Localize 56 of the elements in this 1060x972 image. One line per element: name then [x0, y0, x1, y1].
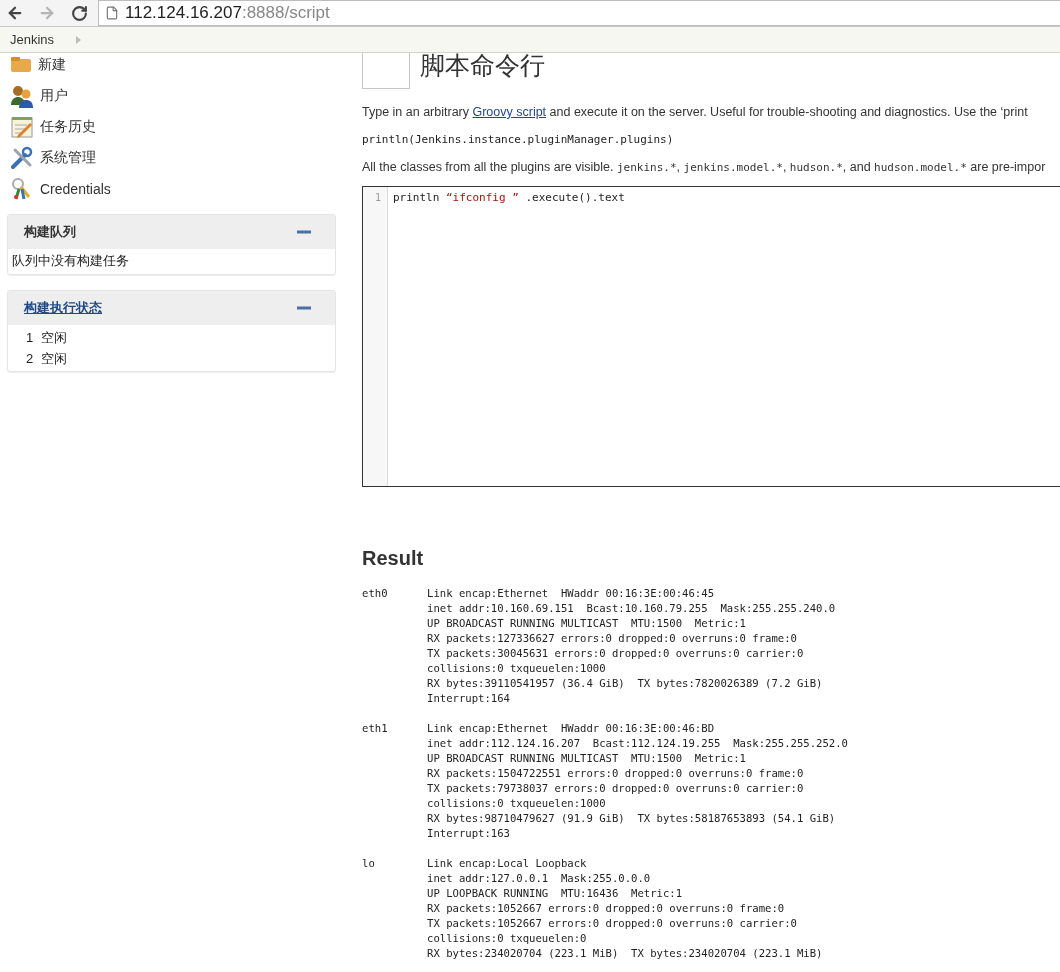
output-line: collisions:0 txqueuelen:1000 [427, 796, 607, 811]
output-line: Link encap:Ethernet HWaddr 00:16:3E:00:46:BD [427, 721, 715, 736]
sidebar-link[interactable]: Credentials [10, 173, 336, 204]
executor-status: 空闲 [41, 328, 68, 347]
tools-icon [10, 145, 34, 170]
output-line: inet addr:112.124.16.207 Bcast:112.124.19.255 Mask:255.255.252.0 [427, 736, 849, 751]
executor-number: 2 [26, 351, 34, 366]
output-line: TX packets:1052667 errors:0 dropped:0 overruns:0 carrier:0 [427, 916, 798, 931]
code-line: println “ifconfig ” .execute().text [393, 191, 625, 206]
output-line: inet addr:10.160.69.151 Bcast:10.160.79.255 Mask:255.255.240.0 [427, 601, 837, 616]
executor-number: 1 [26, 330, 34, 345]
output-line: collisions:0 txqueuelen:0 [427, 931, 588, 946]
address-bar[interactable]: 112.124.16.207:8888/script [98, 0, 1060, 26]
interface-name: eth0 [362, 586, 389, 601]
output-line: UP BROADCAST RUNNING MULTICAST MTU:1500 Metric:1 [427, 616, 747, 631]
result-heading: Result [362, 547, 425, 570]
groovy-script-link[interactable]: Groovy script [472, 105, 547, 119]
output-line: Link encap:Ethernet HWaddr 00:16:3E:00:46:45 [427, 586, 715, 601]
output-line: Interrupt:163 [427, 826, 511, 841]
people-icon [10, 83, 34, 108]
output-line: RX bytes:98710479627 (91.9 GiB) TX bytes:58187653893 (54.1 GiB) [427, 811, 837, 826]
output-line: RX packets:1052667 errors:0 dropped:0 overruns:0 frame:0 [427, 901, 786, 916]
empty-queue-text: 队列中没有构建任务 [11, 252, 130, 270]
output-line: UP LOOPBACK RUNNING MTU:16436 Metric:1 [427, 886, 684, 901]
line-number: 1 [374, 192, 381, 205]
panel-title-link[interactable]: 构建执行状态 [24, 299, 102, 317]
sidebar-link[interactable]: 新建 [10, 53, 336, 80]
intro-text: Type in an arbitrary Groovy script and execute it on the server. Useful for trouble-shooting and diagnostics. Use the ‘print [362, 105, 1029, 119]
sidebar-link[interactable]: 用户 [10, 80, 336, 111]
panel-title: 构建队列 [24, 223, 76, 241]
output-line: TX packets:30045631 errors:0 dropped:0 overruns:0 carrier:0 [427, 646, 805, 661]
output-line: RX bytes:39110541957 (36.4 GiB) TX bytes:7820026389 (7.2 GiB) [427, 676, 824, 691]
output-line: Link encap:Local Loopback [427, 856, 588, 871]
output-line: collisions:0 txqueuelen:1000 [427, 661, 607, 676]
collapse-icon[interactable] [297, 228, 311, 236]
output-line: TX packets:79738037 errors:0 dropped:0 overruns:0 carrier:0 [427, 781, 805, 796]
classes-text: All the classes from all the plugins are visible. jenkins.*, jenkins.model.*, hudson.*, and hudson.model.* are pre-impor [362, 160, 1047, 174]
interface-name: lo [362, 856, 376, 871]
output-line: RX packets:127336627 errors:0 dropped:0 overruns:0 frame:0 [427, 631, 798, 646]
output-line: RX packets:1504722551 errors:0 dropped:0 overruns:0 frame:0 [427, 766, 805, 781]
sidebar-link[interactable]: 任务历史 [10, 111, 336, 142]
breadcrumb-link[interactable]: Jenkins [10, 32, 55, 47]
output-line: RX bytes:234020704 (223.1 MiB) TX bytes:234020704 (223.1 MiB) [427, 946, 824, 961]
output-line: UP BROADCAST RUNNING MULTICAST MTU:1500 Metric:1 [427, 751, 747, 766]
interface-name: eth1 [362, 721, 389, 736]
script-editor[interactable]: 1 println “ifconfig ” .execute().text [362, 186, 1060, 487]
page-icon [105, 6, 119, 20]
executor-status: 空闲 [41, 349, 68, 368]
output-line: inet addr:127.0.0.1 Mask:255.0.0.0 [427, 871, 652, 886]
collapse-icon[interactable] [297, 304, 311, 312]
notepad-icon [10, 114, 34, 139]
folder-icon [10, 56, 32, 73]
page-title: 脚本命令行 [420, 53, 545, 82]
example-code: println(Jenkins.instance.pluginManager.plugins) [362, 133, 675, 146]
output-line: Interrupt:164 [427, 691, 511, 706]
sidebar-link[interactable]: 系统管理 [10, 142, 336, 173]
